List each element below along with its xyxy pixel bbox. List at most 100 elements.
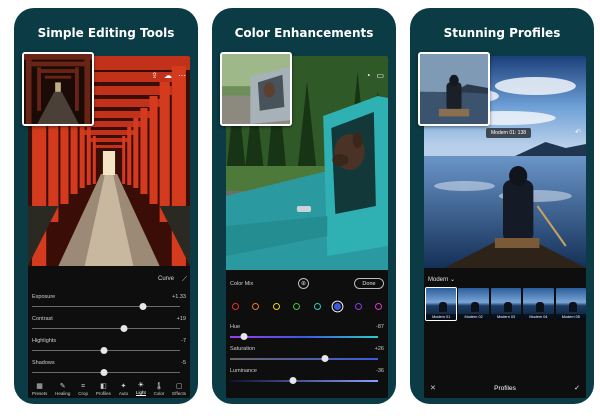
tool-presets[interactable]: ▦ Presets [32, 382, 47, 396]
chevron-down-icon: ⌄ [450, 277, 456, 283]
profile-chip: Modern 01: 138 [486, 128, 532, 138]
shadows-label: Shadows [32, 360, 55, 366]
healing-icon: ✎ [59, 383, 66, 390]
tool-profiles[interactable]: ◧ Profiles [96, 382, 111, 396]
tool-label: Auto [118, 391, 129, 396]
auto-icon: ✦ [120, 383, 127, 390]
exposure-label: Exposure [32, 294, 56, 300]
saturation-slider[interactable]: Saturation +26 [230, 346, 384, 368]
color-mix-header: Color Mix ⊕ Done [230, 278, 384, 292]
share-icon[interactable]: ⇪ [151, 72, 158, 80]
profile-thumbnail[interactable]: Modern 04 [523, 288, 554, 320]
slider-gradient-track [230, 358, 378, 360]
panel-title: Stunning Profiles [443, 26, 561, 40]
color-swatch[interactable] [354, 303, 362, 310]
profile-thumbnail[interactable]: Modern 02 [458, 288, 489, 320]
tool-healing[interactable]: ✎ Healing [55, 382, 70, 396]
hue-value: -87 [376, 324, 384, 330]
exposure-value: +1.33 [172, 294, 186, 300]
curve-row[interactable]: Curve ⟋ [28, 276, 190, 290]
cloud-icon[interactable]: ☁ [164, 72, 172, 80]
slider-track [32, 328, 180, 329]
color-swatch[interactable] [232, 303, 239, 310]
slider-knob[interactable] [240, 333, 248, 340]
undo-icon[interactable]: ↶ [575, 128, 581, 136]
checkmark-icon[interactable]: ✓ [574, 384, 580, 392]
color-swatch[interactable] [272, 303, 280, 310]
done-button[interactable]: Done [354, 278, 384, 289]
curve-label: Curve [157, 276, 174, 282]
tool-auto[interactable]: ✦ Auto [119, 382, 128, 396]
luminance-label: Luminance [230, 368, 257, 374]
color-swatch[interactable] [334, 303, 342, 310]
profile-name: Modern 05 [555, 314, 586, 320]
top-icons: ◔ ▭ [366, 72, 384, 80]
slider-knob[interactable] [289, 377, 297, 384]
highlights-value: -7 [181, 338, 186, 344]
tool-effects[interactable]: ▢ Effects [172, 382, 186, 396]
profile-group-dropdown[interactable]: Modern ⌄ [428, 276, 455, 283]
profile-thumbnail[interactable]: Modern 03 [490, 288, 522, 320]
profiles-title: Profiles [494, 384, 516, 392]
color-swatch[interactable] [293, 303, 301, 310]
profile-preview-figure [503, 302, 512, 312]
profile-preview-figure [568, 302, 577, 312]
bottom-toolbar: ▦ Presets ✎ Healing ⌗ Crop ◧ Profiles ✦ Auto ☀ Ligh… [28, 376, 190, 398]
close-icon[interactable]: ✕ [430, 384, 436, 392]
profile-group-label: Modern [428, 277, 449, 283]
luminance-slider[interactable]: Luminance -36 [230, 368, 384, 390]
tool-light[interactable]: ☀ Light [135, 381, 146, 396]
profile-name: Modern 03 [490, 314, 522, 320]
profile-preview-figure [471, 302, 480, 312]
color-mix-label: Color Mix [230, 281, 254, 287]
tool-label: Crop [78, 391, 89, 396]
profiles-icon: ◧ [100, 383, 107, 390]
slider-gradient-track [230, 380, 378, 382]
top-icons: ⇪ ☁ ⋯ [151, 72, 186, 80]
slider-knob[interactable] [139, 303, 147, 310]
panel-title: Simple Editing Tools [37, 26, 175, 40]
profile-preview-figure [439, 302, 447, 312]
tool-label: Profiles [95, 391, 111, 396]
profiles-bar: ✕ Profiles ✓ [424, 378, 586, 398]
tool-label: Light [135, 390, 146, 396]
slider-knob[interactable] [321, 355, 329, 362]
hue-label: Hue [230, 324, 241, 330]
tool-label: Effects [172, 391, 186, 396]
effects-icon: ▢ [175, 383, 183, 390]
color-swatch[interactable] [252, 303, 260, 310]
slider-knob[interactable] [100, 347, 108, 354]
slider-knob[interactable] [100, 369, 108, 376]
saturation-label: Saturation [230, 346, 256, 352]
color-swatches [232, 303, 382, 310]
target-adjust-icon[interactable]: ⊕ [298, 278, 309, 289]
profile-thumbnail[interactable]: Modern 01 [424, 287, 458, 321]
contrast-slider[interactable]: Contrast +19 [32, 316, 186, 338]
color-swatch[interactable] [374, 303, 382, 310]
more-icon[interactable]: ⋯ [178, 72, 186, 80]
highlights-slider[interactable]: Highlights -7 [32, 338, 186, 360]
light-icon: ☀ [137, 382, 144, 389]
panel-stunning-profiles: Stunning Profiles Modern 01: 138 ↶ Moder… [410, 8, 594, 404]
profile-name: Modern 02 [458, 314, 489, 320]
slider-track [32, 306, 180, 307]
light-sliders: Exposure +1.33 Contrast +19 Highlights -7 Shad… [32, 294, 186, 382]
tool-crop[interactable]: ⌗ Crop [78, 382, 88, 396]
slider-gradient-track [230, 336, 378, 338]
tool-label: Color [153, 391, 165, 396]
profile-thumbnail[interactable]: Modern 05 [555, 288, 586, 320]
hue-slider[interactable]: Hue -87 [230, 324, 384, 346]
curve-icon[interactable]: ⟋ [182, 276, 187, 284]
tool-color[interactable]: 🌡 Color [154, 382, 165, 396]
presets-icon: ▦ [36, 383, 43, 390]
panel-editing-tools: Simple Editing Tools ⇪ ☁ ⋯ Curve ⟋ Expos… [14, 8, 198, 404]
before-thumbnail [418, 52, 490, 126]
panel-color-enhancements: Color Enhancements ◔ ▭ Color Mix ⊕ Done … [212, 8, 396, 404]
tool-label: Presets [31, 391, 48, 396]
color-swatch[interactable] [313, 303, 321, 310]
exposure-slider[interactable]: Exposure +1.33 [32, 294, 186, 316]
slider-knob[interactable] [120, 325, 128, 332]
battery-icon: ▭ [376, 71, 384, 80]
luminance-value: -36 [376, 368, 384, 374]
wifi-icon: ◔ [365, 71, 371, 80]
